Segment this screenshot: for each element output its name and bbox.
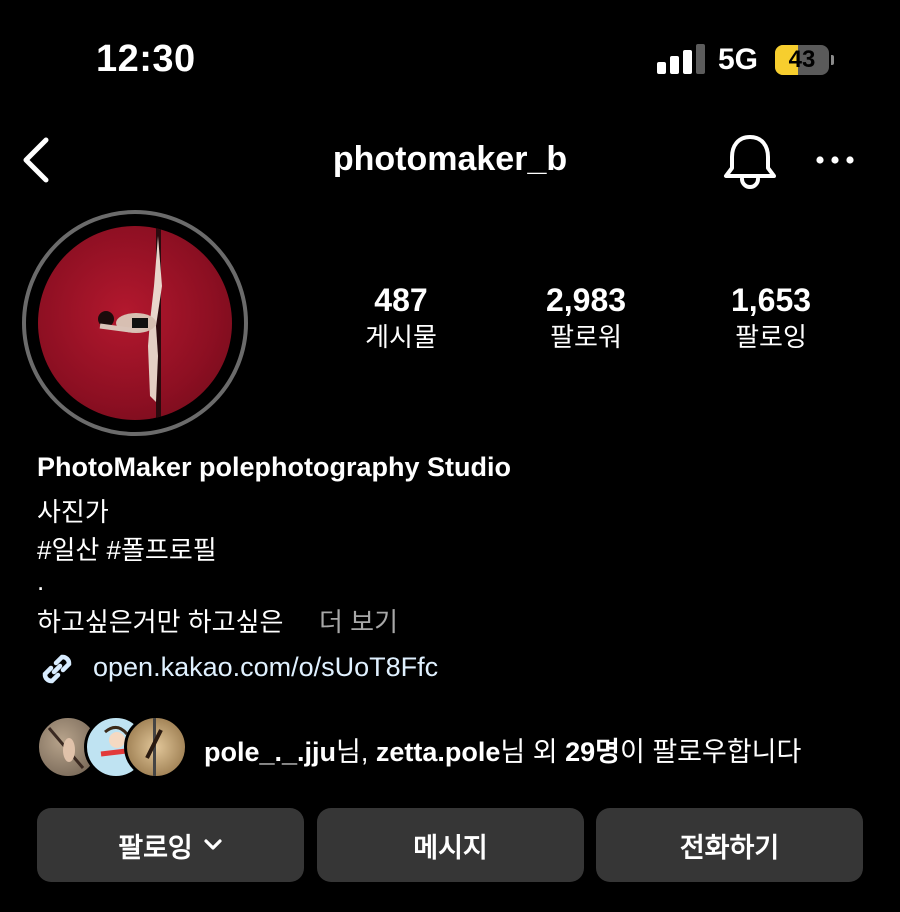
- stat-posts-number: 487: [374, 282, 428, 318]
- followed-by-separator: 님,: [336, 737, 376, 767]
- cellular-signal-icon: [657, 44, 705, 74]
- bio-link[interactable]: open.kakao.com/o/sUoT8Ffc: [93, 652, 438, 683]
- followed-by-user[interactable]: pole_._.jju: [204, 737, 336, 767]
- bio-category: 사진가: [37, 497, 109, 527]
- stat-posts-label: 게시물: [365, 322, 437, 352]
- call-button[interactable]: 전화하기: [596, 808, 863, 882]
- followed-by-user[interactable]: zetta.pole: [376, 737, 501, 767]
- profile-avatar[interactable]: [38, 226, 232, 420]
- followed-by-text[interactable]: pole_._.jju님, zetta.pole님 외 29명이 팔로우합니다: [204, 730, 801, 769]
- followed-by-suffix: 이 팔로우합니다: [619, 737, 802, 767]
- more-horizontal-icon[interactable]: [814, 150, 858, 170]
- battery-icon: 43: [775, 45, 834, 75]
- bell-icon[interactable]: [722, 132, 778, 190]
- stat-followers-number: 2,983: [545, 282, 627, 318]
- stat-following-number: 1,653: [730, 282, 812, 318]
- bio-hashtags[interactable]: #일산 #폴프로필: [37, 530, 217, 567]
- network-type: 5G: [718, 43, 759, 76]
- status-time: 12:30: [96, 38, 196, 80]
- bio-truncated-text: 하고싶은거만 하고싶은: [37, 607, 284, 637]
- mutual-follower-avatar[interactable]: [124, 715, 188, 779]
- link-icon: [36, 648, 78, 690]
- bio-more-link[interactable]: 더 보기: [319, 602, 398, 639]
- stat-followers[interactable]: 2,983 팔로워: [501, 282, 671, 354]
- following-button[interactable]: 팔로잉: [37, 808, 304, 882]
- bio-dot: .: [37, 566, 45, 596]
- bio-display-name: PhotoMaker polephotography Studio: [37, 452, 511, 482]
- stat-followers-label: 팔로워: [550, 322, 622, 352]
- call-button-label: 전화하기: [679, 832, 780, 863]
- followed-by-separator: 님 외: [500, 737, 566, 767]
- stat-following-label: 팔로잉: [735, 322, 807, 352]
- chevron-down-icon: [203, 838, 223, 852]
- stat-posts[interactable]: 487 게시물: [316, 282, 486, 354]
- message-button-label: 메시지: [413, 832, 488, 863]
- stat-following[interactable]: 1,653 팔로잉: [686, 282, 856, 354]
- following-button-label: 팔로잉: [118, 832, 193, 863]
- message-button[interactable]: 메시지: [317, 808, 584, 882]
- battery-percent: 43: [788, 46, 816, 73]
- followed-by-count: 29명: [565, 737, 620, 767]
